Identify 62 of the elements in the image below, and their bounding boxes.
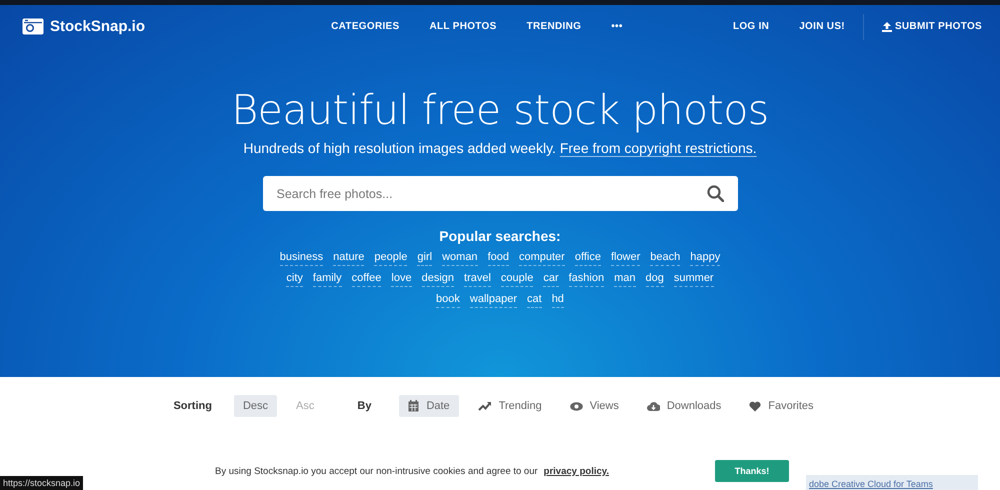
cloud-download-icon xyxy=(646,401,660,411)
nav-link[interactable]: ••• xyxy=(611,21,623,32)
sort-order-tab[interactable]: Asc xyxy=(287,395,324,417)
eye-icon xyxy=(570,402,583,410)
search-icon[interactable] xyxy=(706,185,724,202)
sorting-label: Sorting xyxy=(173,400,212,412)
status-url: https://stocksnap.io xyxy=(0,476,84,490)
sort-by-tab[interactable]: Trending xyxy=(468,395,551,417)
search-tag-link[interactable]: cat xyxy=(527,293,542,308)
logo-link[interactable]: StockSnap.io xyxy=(50,18,146,35)
search-tag-link[interactable]: flower xyxy=(610,251,640,266)
search-tag-link[interactable]: coffee xyxy=(352,272,382,287)
search-tag-link[interactable]: food xyxy=(488,251,509,266)
camera-icon xyxy=(22,18,44,35)
search-field[interactable]: Search free photos... xyxy=(262,176,738,211)
search-tag-link[interactable]: business xyxy=(280,251,324,266)
search-tag-link[interactable]: city xyxy=(286,272,303,287)
search-tag-link[interactable]: dog xyxy=(646,272,664,287)
search-tag-link[interactable]: family xyxy=(312,272,342,287)
trend-icon xyxy=(478,401,492,411)
copyright-link[interactable]: Free from copyright restrictions. xyxy=(560,140,757,156)
sort-order-tab[interactable]: Desc xyxy=(234,395,278,417)
nav-link[interactable]: JOIN US! xyxy=(799,21,845,32)
hero-subtitle: Hundreds of high resolution images added weekly. xyxy=(243,140,556,156)
search-tag-link[interactable]: man xyxy=(614,272,636,287)
nav-link[interactable]: ALL PHOTOS xyxy=(430,21,497,32)
nav-link[interactable]: LOG IN xyxy=(732,21,770,32)
search-tag-link[interactable]: people xyxy=(374,251,408,266)
nav-link[interactable]: TRENDING xyxy=(526,21,582,32)
calendar-icon xyxy=(408,400,420,412)
search-tag-link[interactable]: design xyxy=(422,272,454,287)
search-tag-link[interactable]: love xyxy=(391,272,412,287)
search-tag-link[interactable]: car xyxy=(543,272,559,287)
by-label: By xyxy=(357,400,372,412)
search-tag-link[interactable]: beach xyxy=(650,251,680,266)
cookie-notice: By using Stocksnap.io you accept our non-intrusive cookies and agree to our xyxy=(215,466,538,476)
heart-icon xyxy=(749,400,762,412)
ad-banner[interactable]: dobe Creative Cloud for Teams xyxy=(806,475,978,490)
privacy-policy-link[interactable]: privacy policy. xyxy=(544,466,609,476)
search-tag-link[interactable]: happy xyxy=(690,251,720,266)
accept-cookies-button[interactable]: Thanks! xyxy=(714,460,789,482)
sort-by-tab[interactable]: Favorites xyxy=(740,395,823,417)
nav-link[interactable]: CATEGORIES xyxy=(331,21,400,32)
search-tag-link[interactable]: couple xyxy=(500,272,534,287)
search-tag-link[interactable]: woman xyxy=(442,251,478,266)
search-tag-link[interactable]: nature xyxy=(333,251,364,266)
search-tag-link[interactable]: hd xyxy=(552,293,564,308)
search-tag-link[interactable]: girl xyxy=(417,251,432,266)
sort-by-tab[interactable]: Date xyxy=(399,395,459,417)
search-tag-link[interactable]: fashion xyxy=(568,272,604,287)
popular-searches-heading: Popular searches: xyxy=(439,228,561,244)
search-tag-link[interactable]: office xyxy=(574,251,601,266)
search-tag-link[interactable]: wallpaper xyxy=(470,293,517,308)
sort-by-tab[interactable]: Views xyxy=(560,395,628,417)
search-tag-link[interactable]: book xyxy=(436,293,460,308)
search-tag-link[interactable]: computer xyxy=(518,251,565,266)
submit-photos-link[interactable]: SUBMIT PHOTOS xyxy=(882,21,982,32)
sort-by-tab[interactable]: Downloads xyxy=(638,395,730,417)
search-tag-link[interactable]: travel xyxy=(464,272,491,287)
search-tag-link[interactable]: summer xyxy=(674,272,714,287)
upload-icon xyxy=(882,22,892,32)
hero-title: Beautiful free stock photos xyxy=(231,86,769,134)
